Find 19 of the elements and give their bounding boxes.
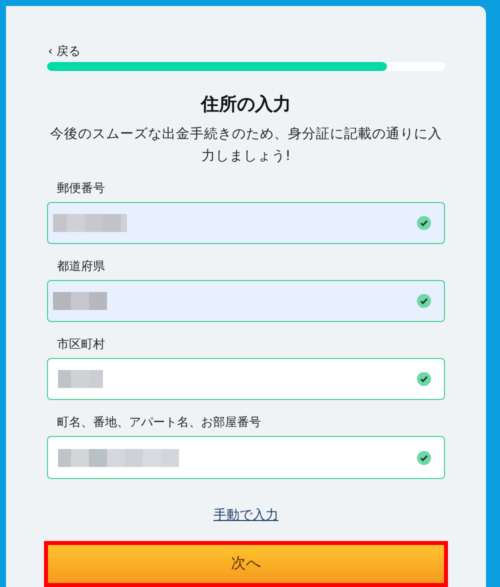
field-label: 都道府県 xyxy=(57,258,105,274)
manual-entry-link[interactable]: 手動で入力 xyxy=(214,506,278,525)
check-icon xyxy=(417,450,431,465)
redacted-value-drawing xyxy=(53,292,107,310)
input-field[interactable] xyxy=(47,202,445,244)
input-field[interactable] xyxy=(47,280,445,322)
input-field[interactable] xyxy=(47,436,445,479)
field-label: 町名、番地、アパート名、お部屋番号 xyxy=(57,414,261,430)
instruction-text: 今後のスムーズな出金手続きのため、身分証に記載の通りに入力しましょう! xyxy=(49,124,443,166)
field-label: 郵便番号 xyxy=(57,180,105,196)
check-icon xyxy=(417,294,431,308)
back-link[interactable]: ‹ 戻る xyxy=(48,44,81,58)
field-label: 市区町村 xyxy=(57,336,105,352)
check-icon xyxy=(417,372,431,386)
redacted-value-drawing xyxy=(58,370,103,388)
next-button[interactable]: 次へ xyxy=(44,540,448,587)
check-icon xyxy=(417,216,431,230)
input-field[interactable] xyxy=(47,358,445,400)
page-title: 住所の入力 xyxy=(200,92,292,117)
